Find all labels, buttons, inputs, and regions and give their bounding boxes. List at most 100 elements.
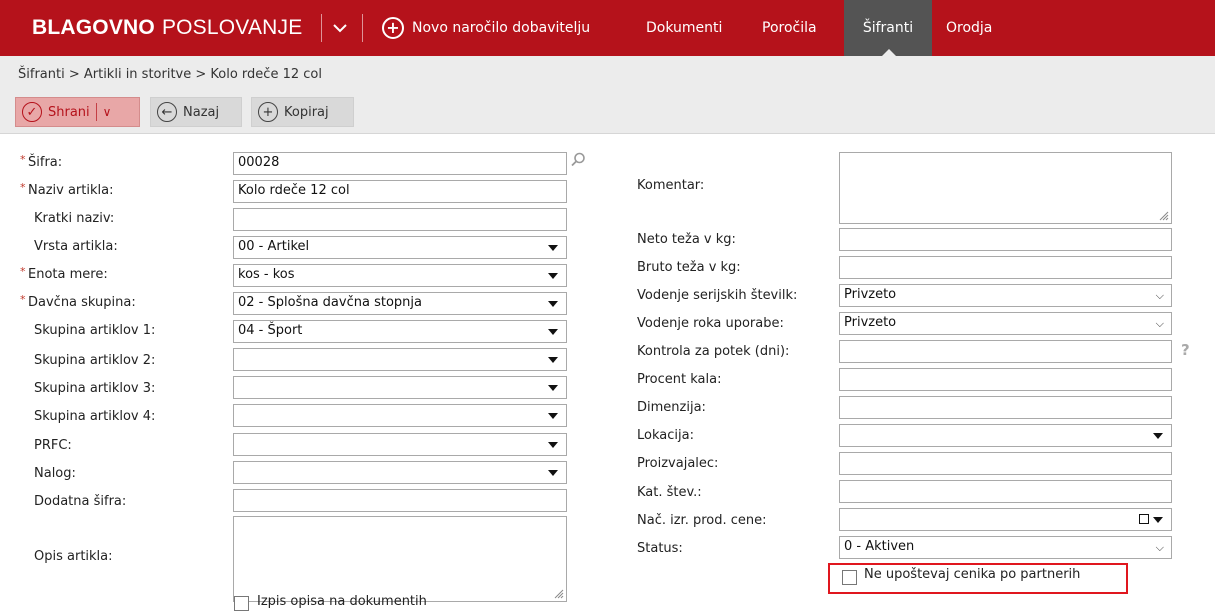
procent-kala-label: Procent kala: xyxy=(637,372,722,387)
breadcrumb: Šifranti > Artikli in storitve > Kolo rd… xyxy=(18,67,322,82)
dropdown-arrow-icon xyxy=(548,273,558,279)
chevron-down-icon: ⌵ xyxy=(1155,541,1164,554)
required-marker: * xyxy=(20,153,26,166)
nalog-label: Nalog: xyxy=(34,466,76,481)
skupina-2-label: Skupina artiklov 2: xyxy=(34,353,156,368)
skupina-1-select[interactable]: 04 - Šport xyxy=(233,320,567,343)
enota-mere-label: * Enota mere: xyxy=(20,265,108,282)
vrsta-artikla-label: Vrsta artikla: xyxy=(34,239,118,254)
skupina-3-label: Skupina artiklov 3: xyxy=(34,381,156,396)
neto-teza-label: Neto teža v kg: xyxy=(637,232,736,247)
nalog-select[interactable] xyxy=(233,461,567,484)
dropdown-arrow-icon xyxy=(548,357,558,363)
square-icon xyxy=(1139,514,1149,524)
app-menu-chevron-icon[interactable] xyxy=(330,18,350,38)
sifra-input[interactable]: 00028 xyxy=(233,152,567,175)
search-icon[interactable] xyxy=(569,151,587,169)
dropdown-arrow-icon xyxy=(548,385,558,391)
lokacija-label: Lokacija: xyxy=(637,428,694,443)
required-marker: * xyxy=(20,181,26,194)
enota-mere-select[interactable]: kos - kos xyxy=(233,264,567,287)
new-order-button[interactable]: + Novo naročilo dobavitelju xyxy=(382,0,590,56)
status-label: Status: xyxy=(637,541,683,556)
copy-button[interactable]: + Kopiraj xyxy=(251,97,354,127)
opis-artikla-label: Opis artikla: xyxy=(34,549,113,564)
dropdown-arrow-icon xyxy=(548,413,558,419)
dimenzija-input[interactable] xyxy=(839,396,1172,419)
sifra-label: * Šifra: xyxy=(20,153,63,170)
opis-artikla-textarea[interactable] xyxy=(233,516,567,602)
arrow-left-circle-icon: ← xyxy=(157,102,177,122)
izpis-opisa-label: Izpis opisa na dokumentih xyxy=(257,594,427,609)
new-order-label: Novo naročilo dobavitelju xyxy=(412,20,591,36)
dodatna-sifra-input[interactable] xyxy=(233,489,567,512)
ne-upostevaj-label: Ne upoštevaj cenika po partnerih xyxy=(864,567,1081,582)
proizvajalec-input[interactable] xyxy=(839,452,1172,475)
title-divider xyxy=(321,14,322,42)
skupina-3-select[interactable] xyxy=(233,376,567,399)
save-button[interactable]: ✓ Shrani ∨ xyxy=(15,97,140,127)
title-divider-2 xyxy=(362,14,363,42)
prfc-label: PRFC: xyxy=(34,438,72,453)
plus-circle-icon: + xyxy=(382,17,404,39)
izpis-opisa-checkbox[interactable] xyxy=(234,596,249,611)
dropdown-arrow-icon xyxy=(548,442,558,448)
komentar-textarea[interactable] xyxy=(839,152,1172,224)
dropdown-arrow-icon xyxy=(548,329,558,335)
nacin-label: Nač. izr. prod. cene: xyxy=(637,513,767,528)
kontrola-label: Kontrola za potek (dni): xyxy=(637,344,790,359)
bruto-teza-label: Bruto teža v kg: xyxy=(637,260,741,275)
dropdown-arrow-icon xyxy=(1153,433,1163,439)
kratki-naziv-input[interactable] xyxy=(233,208,567,231)
status-select[interactable]: 0 - Aktiven ⌵ xyxy=(839,536,1172,559)
app-title[interactable]: BLAGOVNO POSLOVANJE xyxy=(32,0,302,56)
skupina-4-select[interactable] xyxy=(233,404,567,427)
check-circle-icon: ✓ xyxy=(22,102,42,122)
dodatna-sifra-label: Dodatna šifra: xyxy=(34,494,127,509)
rok-uporabe-select[interactable]: Privzeto ⌵ xyxy=(839,312,1172,335)
back-label: Nazaj xyxy=(183,104,220,120)
davcna-skupina-select[interactable]: 02 - Splošna davčna stopnja xyxy=(233,292,567,315)
required-marker: * xyxy=(20,293,26,306)
komentar-label: Komentar: xyxy=(637,178,705,193)
app-title-bold: BLAGOVNO xyxy=(32,16,155,39)
app-title-thin: POSLOVANJE xyxy=(161,16,303,39)
top-bar: BLAGOVNO POSLOVANJE + Novo naročilo doba… xyxy=(0,0,1215,56)
rok-uporabe-label: Vodenje roka uporabe: xyxy=(637,316,784,331)
bruto-teza-input[interactable] xyxy=(839,256,1172,279)
davcna-skupina-label: * Davčna skupina: xyxy=(20,293,136,310)
serijske-label: Vodenje serijskih številk: xyxy=(637,288,798,303)
active-nav-caret xyxy=(882,49,896,56)
kontrola-input[interactable] xyxy=(839,340,1172,363)
prfc-select[interactable] xyxy=(233,433,567,456)
serijske-select[interactable]: Privzeto ⌵ xyxy=(839,284,1172,307)
procent-kala-input[interactable] xyxy=(839,368,1172,391)
back-button[interactable]: ← Nazaj xyxy=(150,97,242,127)
help-icon[interactable]: ? xyxy=(1181,341,1190,359)
lokacija-select[interactable] xyxy=(839,424,1172,447)
nav-orodja[interactable]: Orodja xyxy=(946,0,992,56)
nav-porocila[interactable]: Poročila xyxy=(762,0,817,56)
skupina-1-label: Skupina artiklov 1: xyxy=(34,323,156,338)
ne-upostevaj-checkbox[interactable] xyxy=(842,570,857,585)
resize-grip-icon[interactable] xyxy=(1158,210,1169,221)
nav-sifranti[interactable]: Šifranti xyxy=(844,0,932,56)
kratki-naziv-label: Kratki naziv: xyxy=(34,211,115,226)
dropdown-arrow-icon xyxy=(548,470,558,476)
chevron-down-icon: ⌵ xyxy=(1155,317,1164,330)
dimenzija-label: Dimenzija: xyxy=(637,400,706,415)
chevron-down-icon[interactable]: ∨ xyxy=(103,105,112,119)
resize-grip-icon[interactable] xyxy=(553,588,564,599)
nav-dokumenti[interactable]: Dokumenti xyxy=(646,0,722,56)
skupina-2-select[interactable] xyxy=(233,348,567,371)
required-marker: * xyxy=(20,265,26,278)
nacin-select[interactable] xyxy=(839,508,1172,531)
vrsta-artikla-select[interactable]: 00 - Artikel xyxy=(233,236,567,259)
copy-label: Kopiraj xyxy=(284,104,329,120)
plus-circle-icon: + xyxy=(258,102,278,122)
neto-teza-input[interactable] xyxy=(839,228,1172,251)
chevron-down-icon: ⌵ xyxy=(1155,289,1164,302)
kat-stev-input[interactable] xyxy=(839,480,1172,503)
dropdown-arrow-icon xyxy=(548,245,558,251)
naziv-input[interactable]: Kolo rdeče 12 col xyxy=(233,180,567,203)
